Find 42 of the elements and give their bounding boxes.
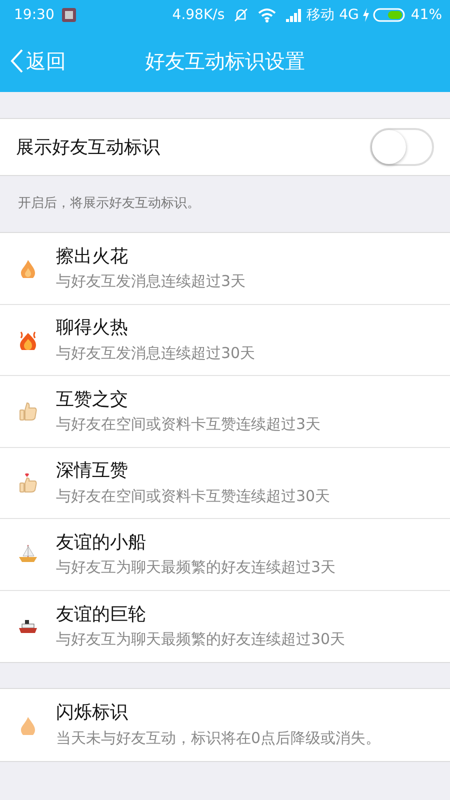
list-item[interactable]: 擦出火花 与好友互发消息连续超过3天 [0, 233, 450, 304]
item-description: 与好友互为聊天最频繁的好友连续超过30天 [56, 630, 346, 650]
sailboat-icon [18, 544, 38, 564]
list-item[interactable]: 友谊的巨轮 与好友互为聊天最频繁的好友连续超过30天 [0, 590, 450, 662]
item-title: 擦出火花 [56, 244, 129, 268]
notification-icon [62, 8, 76, 22]
item-title: 聊得火热 [56, 316, 129, 340]
item-description: 与好友互为聊天最频繁的好友连续超过3天 [56, 558, 336, 578]
thumbs-up-icon [18, 401, 38, 422]
back-icon [10, 48, 24, 74]
item-description: 与好友互发消息连续超过3天 [56, 272, 246, 292]
signal-icon [284, 8, 303, 22]
item-title: 友谊的小船 [56, 530, 147, 554]
fire-icon [18, 330, 38, 350]
list-item[interactable]: 友谊的小船 与好友互为聊天最频繁的好友连续超过3天 [0, 519, 450, 590]
list-item[interactable]: 互赞之交 与好友在空间或资料卡互赞连续超过3天 [0, 376, 450, 448]
item-description: 与好友在空间或资料卡互赞连续超过3天 [56, 415, 321, 435]
clock: 19:30 [14, 6, 54, 24]
flame-icon [18, 714, 38, 735]
mute-icon [232, 7, 249, 23]
carrier-label: 移动 4G [306, 6, 359, 24]
battery-percentage: 41% [410, 6, 442, 24]
item-title: 互赞之交 [56, 388, 129, 412]
charging-icon [362, 8, 370, 22]
wifi-icon [256, 7, 277, 23]
list-item[interactable]: 聊得火热 与好友互发消息连续超过30天 [0, 304, 450, 376]
item-title: 闪烁标识 [56, 701, 129, 725]
flame-icon [18, 258, 38, 278]
setting-label: 展示好友互动标识 [16, 136, 160, 160]
item-description: 当天未与好友互动，标识将在0点后降级或消失。 [56, 728, 381, 748]
list-item[interactable]: 闪烁标识 当天未与好友互动，标识将在0点后降级或消失。 [0, 689, 450, 760]
item-description: 与好友互发消息连续超过30天 [56, 344, 256, 364]
page-title: 好友互动标识设置 [145, 49, 305, 73]
hint-text: 开启后，将展示好友互动标识。 [17, 195, 201, 214]
battery-icon [372, 8, 407, 22]
item-title: 友谊的巨轮 [56, 602, 147, 626]
toggle-switch[interactable] [370, 128, 434, 166]
list-item[interactable]: 深情互赞 与好友在空间或资料卡互赞连续超过30天 [0, 448, 450, 519]
item-description: 与好友在空间或资料卡互赞连续超过30天 [56, 486, 330, 506]
network-speed: 4.98K/s [172, 6, 225, 24]
item-title: 深情互赞 [56, 459, 129, 483]
heart-thumbs-up-icon [18, 472, 38, 493]
